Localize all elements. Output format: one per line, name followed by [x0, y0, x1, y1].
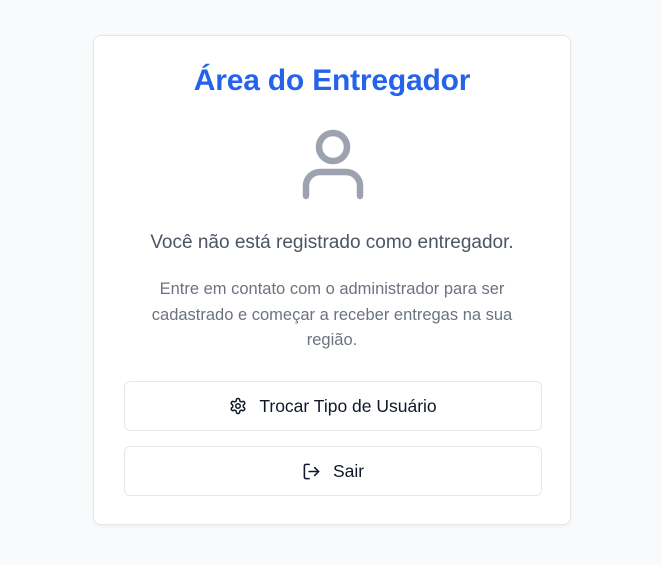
not-registered-heading: Você não está registrado como entregador…: [150, 232, 514, 253]
user-icon: [302, 129, 364, 200]
contact-admin-description: Entre em contato com o administrador par…: [151, 280, 513, 349]
logout-icon: [303, 463, 320, 479]
registration-card: Área do Entregador Você não está registr…: [93, 35, 571, 525]
page-title: Área do Entregador: [193, 64, 471, 97]
gear-icon: [230, 397, 246, 415]
switch-user-type-button[interactable]: Trocar Tipo de Usuário: [124, 381, 542, 431]
logout-button[interactable]: Sair: [124, 446, 542, 496]
logout-label: Sair: [332, 460, 365, 481]
switch-user-type-label: Trocar Tipo de Usuário: [259, 395, 437, 416]
